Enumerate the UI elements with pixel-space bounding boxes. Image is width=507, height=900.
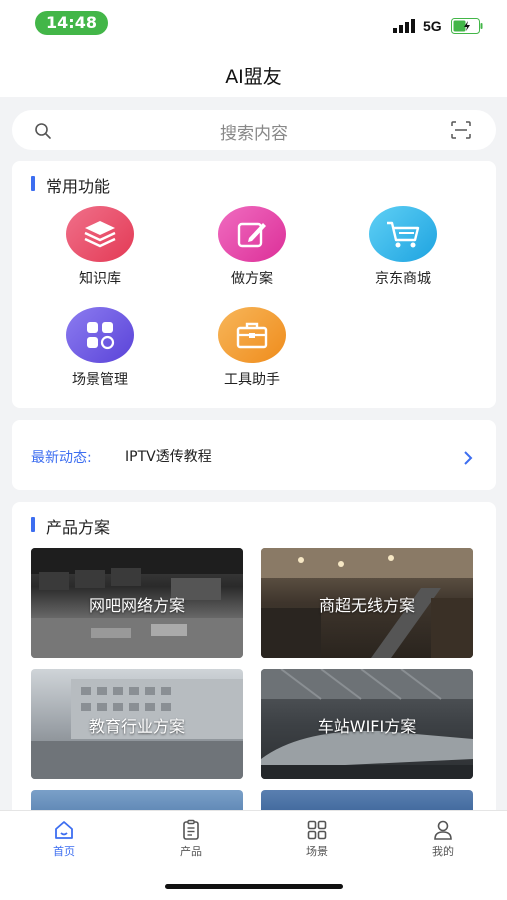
tab-label: 产品: [180, 845, 202, 858]
home-indicator: [165, 884, 343, 889]
layers-icon: [66, 206, 134, 262]
clipboard-icon: [183, 819, 199, 840]
tab-scenes[interactable]: 场景: [287, 819, 347, 859]
solution-internet-cafe[interactable]: 网吧网络方案: [31, 548, 243, 658]
battery-icon: [451, 18, 483, 34]
tab-label: 首页: [53, 845, 75, 858]
solution-education[interactable]: 教育行业方案: [31, 669, 243, 779]
product-solutions-title: 产品方案: [46, 518, 111, 537]
tab-label: 我的: [432, 845, 454, 858]
scene-grid-icon: [66, 307, 134, 363]
function-label: 场景管理: [72, 372, 128, 388]
function-scene-management[interactable]: 场景管理: [50, 307, 150, 389]
function-jd-mall[interactable]: 京东商城: [353, 206, 453, 288]
page-title: AI盟友: [225, 66, 282, 88]
function-label: 做方案: [231, 271, 273, 287]
status-bar: 14:48 5G: [0, 0, 507, 50]
news-text[interactable]: IPTV透传教程: [125, 446, 212, 466]
status-time: 14:48: [35, 11, 108, 35]
function-label: 知识库: [79, 271, 121, 287]
section-marker: [31, 176, 35, 191]
search-input[interactable]: 搜索内容: [12, 119, 496, 144]
tab-home[interactable]: 首页: [34, 819, 94, 859]
common-functions-title: 常用功能: [46, 177, 111, 196]
solution-label: 教育行业方案: [88, 717, 185, 736]
toolbox-icon: [218, 307, 286, 363]
home-icon: [55, 821, 73, 839]
solution-label: 商超无线方案: [318, 596, 415, 615]
function-tool-assistant[interactable]: 工具助手: [202, 307, 302, 389]
function-label: 京东商城: [375, 271, 431, 287]
function-label: 工具助手: [224, 372, 280, 388]
tab-label: 场景: [306, 845, 328, 858]
solution-label: 网吧网络方案: [88, 596, 185, 615]
grid-icon: [307, 820, 327, 840]
section-marker: [31, 517, 35, 532]
chevron-right-icon[interactable]: [462, 450, 474, 466]
solution-station-wifi[interactable]: 车站WIFI方案: [261, 669, 473, 779]
signal-icon: [393, 19, 415, 33]
solution-label: 车站WIFI方案: [317, 717, 417, 736]
scan-icon[interactable]: [451, 121, 471, 139]
function-make-plan[interactable]: 做方案: [202, 206, 302, 288]
edit-icon: [218, 206, 286, 262]
cart-icon: [369, 206, 437, 262]
search-bar[interactable]: 搜索内容: [12, 110, 496, 150]
news-label: 最新动态:: [31, 450, 92, 466]
function-knowledge-base[interactable]: 知识库: [50, 206, 150, 288]
solution-supermarket[interactable]: 商超无线方案: [261, 548, 473, 658]
tab-mine[interactable]: 我的: [413, 819, 473, 859]
network-type: 5G: [423, 18, 442, 34]
user-icon: [434, 820, 452, 840]
tab-products[interactable]: 产品: [161, 819, 221, 859]
